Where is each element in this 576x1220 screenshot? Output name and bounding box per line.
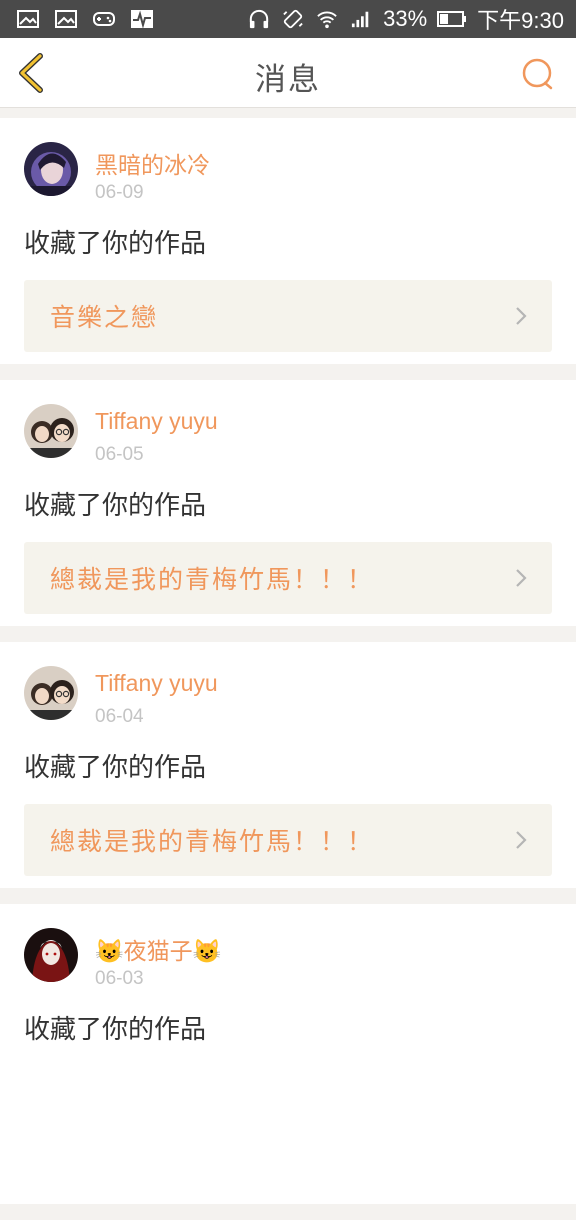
avatar-image [24, 404, 78, 458]
message-action-text: 收藏了你的作品 [24, 753, 207, 783]
status-bar: 33% 下午9:30 [0, 0, 576, 38]
message-user-row: 黑暗的冰冷 06-09 [24, 118, 552, 214]
message-username[interactable]: Tiffany yuyu [95, 408, 218, 435]
chevron-right-icon [516, 831, 527, 849]
message-date: 06-09 [95, 182, 144, 203]
vibrate-icon [283, 9, 303, 29]
message-date: 06-03 [95, 968, 144, 989]
message-date: 06-05 [95, 444, 144, 465]
work-title: 音樂之戀 [50, 303, 159, 332]
message-username[interactable]: 黑暗的冰冷 [95, 146, 210, 180]
battery-percent: 33% [383, 6, 428, 31]
page-title: 消息 [255, 62, 321, 98]
message-username[interactable]: 😺夜猫子😺 [95, 932, 221, 966]
message-user-row: Tiffany yuyu 06-05 [24, 380, 552, 476]
search-button[interactable] [520, 56, 556, 92]
avatar-image [24, 666, 78, 720]
chevron-right-icon [516, 569, 527, 587]
image-icon [55, 10, 77, 28]
avatar[interactable] [24, 666, 78, 720]
message-card: Tiffany yuyu 06-05 收藏了你的作品 總裁是我的青梅竹馬！！！ [0, 380, 576, 626]
work-title: 總裁是我的青梅竹馬！！！ [50, 565, 375, 594]
message-card: Tiffany yuyu 06-04 收藏了你的作品 總裁是我的青梅竹馬！！！ [0, 642, 576, 888]
avatar-image [24, 142, 78, 196]
message-user-row: Tiffany yuyu 06-04 [24, 642, 552, 738]
message-user-row: 😺夜猫子😺 06-03 [24, 904, 552, 1000]
gamepad-icon [93, 12, 115, 26]
message-action-text: 收藏了你的作品 [24, 1015, 207, 1045]
work-title: 總裁是我的青梅竹馬！！！ [50, 827, 375, 856]
message-date: 06-04 [95, 706, 144, 727]
activity-icon [131, 10, 153, 29]
work-link[interactable]: 總裁是我的青梅竹馬！！！ [24, 542, 552, 614]
message-card: 黑暗的冰冷 06-09 收藏了你的作品 音樂之戀 [0, 118, 576, 364]
message-list: 黑暗的冰冷 06-09 收藏了你的作品 音樂之戀 Tiffany yuyu 06… [0, 118, 576, 1220]
image-icon [17, 10, 39, 28]
headphones-icon [249, 9, 269, 29]
signal-icon [352, 11, 369, 28]
message-action-text: 收藏了你的作品 [24, 229, 207, 259]
avatar[interactable] [24, 404, 78, 458]
chevron-right-icon [516, 307, 527, 325]
work-link[interactable]: 總裁是我的青梅竹馬！！！ [24, 804, 552, 876]
message-username[interactable]: Tiffany yuyu [95, 670, 218, 697]
avatar[interactable] [24, 142, 78, 196]
work-link[interactable]: 音樂之戀 [24, 280, 552, 352]
search-icon [522, 58, 553, 90]
clock: 下午9:30 [477, 8, 564, 33]
message-card: 😺夜猫子😺 06-03 收藏了你的作品 [0, 904, 576, 1204]
status-bar-right: 33% 下午9:30 [247, 3, 564, 35]
app-header: 消息 [0, 38, 576, 108]
avatar-image [24, 928, 78, 982]
avatar[interactable] [24, 928, 78, 982]
battery-icon [437, 11, 467, 27]
message-action-text: 收藏了你的作品 [24, 491, 207, 521]
status-bar-left [16, 9, 154, 29]
wifi-icon [317, 11, 337, 29]
